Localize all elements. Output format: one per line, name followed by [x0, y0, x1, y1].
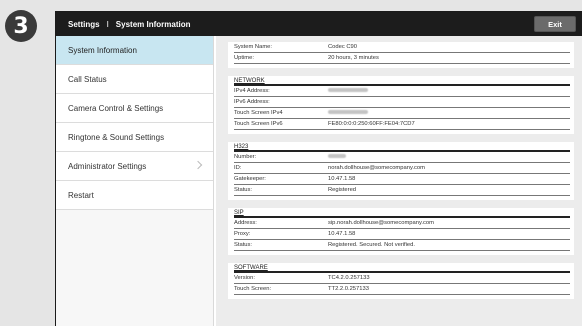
system-panel: System Name: Codec C90 Uptime: 20 hours,… — [228, 42, 574, 68]
info-value: 10.47.1.58 — [328, 176, 356, 182]
info-row: Touch Screen IPv4 — [234, 108, 570, 119]
info-label: Touch Screen IPv4 — [234, 110, 283, 116]
info-row: IPv4 Address: — [234, 86, 570, 97]
info-value: 10.47.1.58 — [328, 231, 356, 237]
network-panel: NETWORK IPv4 Address: IPv6 Address: Touc… — [228, 76, 574, 134]
sidebar-item-label: System Information — [68, 45, 137, 55]
info-label: Version: — [234, 275, 255, 281]
sidebar-item-administrator-settings[interactable]: Administrator Settings — [56, 152, 213, 181]
sidebar-item-call-status[interactable]: Call Status — [56, 65, 213, 94]
info-label: System Name: — [234, 44, 273, 50]
sidebar-item-system-information[interactable]: System Information — [56, 36, 213, 65]
info-row: ID: norah.dollhouse@somecompany.com — [234, 163, 570, 174]
info-row: Version: TC4.2.0.257133 — [234, 273, 570, 284]
info-label: Number: — [234, 154, 257, 160]
info-value: 20 hours, 3 minutes — [328, 55, 379, 61]
info-row: Gatekeeper: 10.47.1.58 — [234, 174, 570, 185]
info-value: FE80:0:0:0:250:60FF:FE04:7CD7 — [328, 121, 415, 127]
info-label: Gatekeeper: — [234, 176, 266, 182]
info-label: Touch Screen IPv6 — [234, 121, 283, 127]
h323-panel: H323 Number: ID: norah.dollhouse@somecom… — [228, 142, 574, 200]
software-panel: SOFTWARE Version: TC4.2.0.257133 Touch S… — [228, 263, 574, 299]
info-value: Codec C90 — [328, 44, 358, 50]
section-heading: SOFTWARE — [234, 263, 570, 273]
section-heading: NETWORK — [234, 76, 570, 86]
redacted-value — [328, 88, 570, 94]
title-separator: I — [106, 19, 109, 29]
info-label: Proxy: — [234, 231, 251, 237]
redacted-value — [328, 154, 570, 160]
sidebar-item-restart[interactable]: Restart — [56, 181, 213, 210]
info-row: Touch Screen: TT2.2.0.257133 — [234, 284, 570, 295]
step-number-badge: 3 — [5, 10, 37, 42]
info-value: sip.norah.dollhouse@somecompany.com — [328, 220, 434, 226]
sidebar-item-label: Camera Control & Settings — [68, 103, 164, 113]
section-heading: H323 — [234, 142, 570, 152]
info-value: Registered — [328, 187, 357, 193]
system-information-content: System Name: Codec C90 Uptime: 20 hours,… — [216, 36, 582, 326]
info-label: Address: — [234, 220, 257, 226]
info-row: IPv6 Address: — [234, 97, 570, 108]
chevron-right-icon — [193, 160, 203, 170]
title-settings: Settings — [68, 19, 100, 29]
info-value: TC4.2.0.257133 — [328, 275, 370, 281]
info-label: IPv6 Address: — [234, 99, 270, 105]
info-value: Registered. Secured. Not verified. — [328, 242, 415, 248]
info-label: Touch Screen: — [234, 286, 272, 292]
sidebar-item-label: Restart — [68, 190, 94, 200]
sidebar: System Information Call Status Camera Co… — [56, 36, 214, 326]
info-row: Proxy: 10.47.1.58 — [234, 229, 570, 240]
info-row: Status: Registered. Secured. Not verifie… — [234, 240, 570, 251]
sidebar-item-label: Ringtone & Sound Settings — [68, 132, 165, 142]
info-row: Status: Registered — [234, 185, 570, 196]
info-row: Address: sip.norah.dollhouse@somecompany… — [234, 218, 570, 229]
info-label: ID: — [234, 165, 242, 171]
redacted-value — [328, 110, 570, 116]
sidebar-item-ringtone-sound[interactable]: Ringtone & Sound Settings — [56, 123, 213, 152]
exit-button[interactable]: Exit — [534, 16, 576, 32]
info-value: norah.dollhouse@somecompany.com — [328, 165, 425, 171]
touch-screen: Settings I System Information Exit Syste… — [56, 12, 582, 326]
title-bar: Settings I System Information Exit — [56, 12, 582, 36]
sip-panel: SIP Address: sip.norah.dollhouse@somecom… — [228, 208, 574, 255]
info-label: Uptime: — [234, 55, 254, 61]
title-system-information: System Information — [115, 19, 191, 29]
info-row: System Name: Codec C90 — [234, 42, 570, 53]
section-heading: SIP — [234, 208, 570, 218]
info-label: IPv4 Address: — [234, 88, 270, 94]
info-value: TT2.2.0.257133 — [328, 286, 369, 292]
sidebar-item-label: Administrator Settings — [68, 161, 147, 171]
info-label: Status: — [234, 187, 253, 193]
sidebar-item-label: Call Status — [68, 74, 107, 84]
info-row: Number: — [234, 152, 570, 163]
sidebar-item-camera-control[interactable]: Camera Control & Settings — [56, 94, 213, 123]
info-row: Touch Screen IPv6 FE80:0:0:0:250:60FF:FE… — [234, 119, 570, 130]
info-row: Uptime: 20 hours, 3 minutes — [234, 53, 570, 64]
info-label: Status: — [234, 242, 253, 248]
